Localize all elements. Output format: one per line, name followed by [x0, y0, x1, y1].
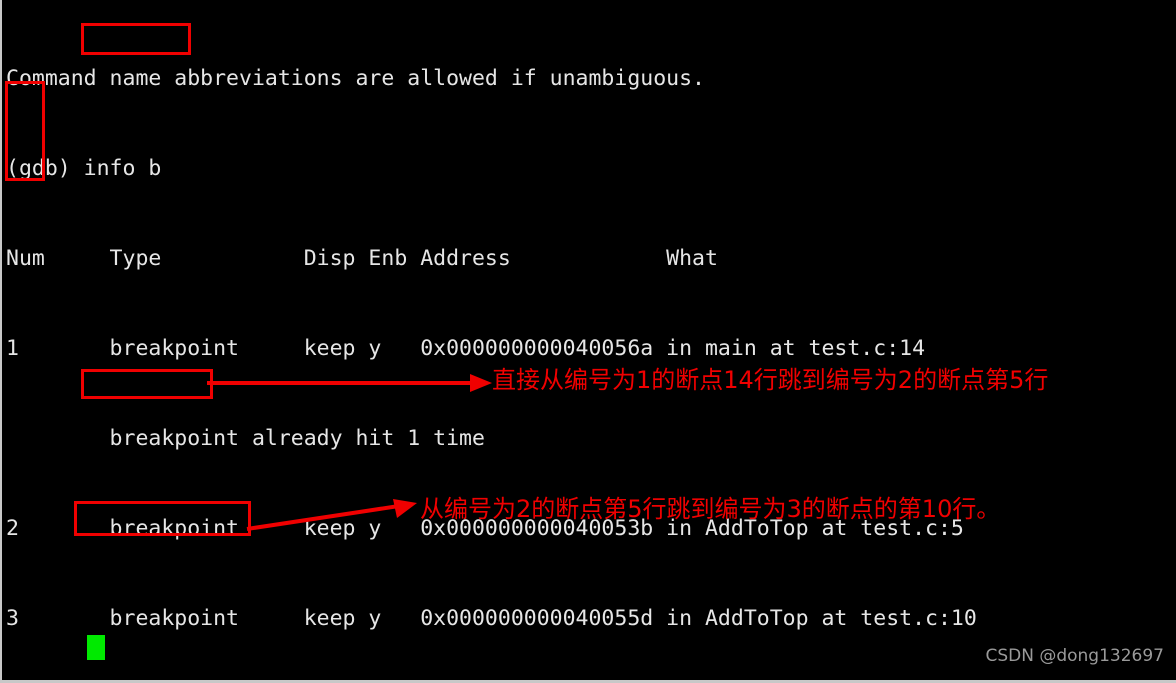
terminal-line: Command name abbreviations are allowed i…	[6, 66, 705, 91]
breakpoint-row-3: 3 breakpoint keep y 0x000000000040055d i…	[6, 606, 977, 631]
terminal-cursor	[87, 635, 105, 660]
watermark: CSDN @dong132697	[985, 646, 1164, 666]
terminal-line-info-b-command: (gdb) info b	[6, 156, 162, 181]
breakpoint-row-1-hit-note: breakpoint already hit 1 time	[6, 426, 485, 451]
terminal-screenshot: Command name abbreviations are allowed i…	[0, 0, 1176, 683]
breakpoint-table-header: Num Type Disp Enb Address What	[6, 246, 718, 271]
breakpoint-row-1: 1 breakpoint keep y 0x000000000040056a i…	[6, 336, 926, 361]
annotation-note-2: 从编号为2的断点第5行跳到编号为3的断点的第10行。	[420, 495, 1001, 523]
annotation-note-1: 直接从编号为1的断点14行跳到编号为2的断点第5行	[492, 366, 1049, 394]
terminal-output[interactable]: Command name abbreviations are allowed i…	[2, 0, 1176, 680]
